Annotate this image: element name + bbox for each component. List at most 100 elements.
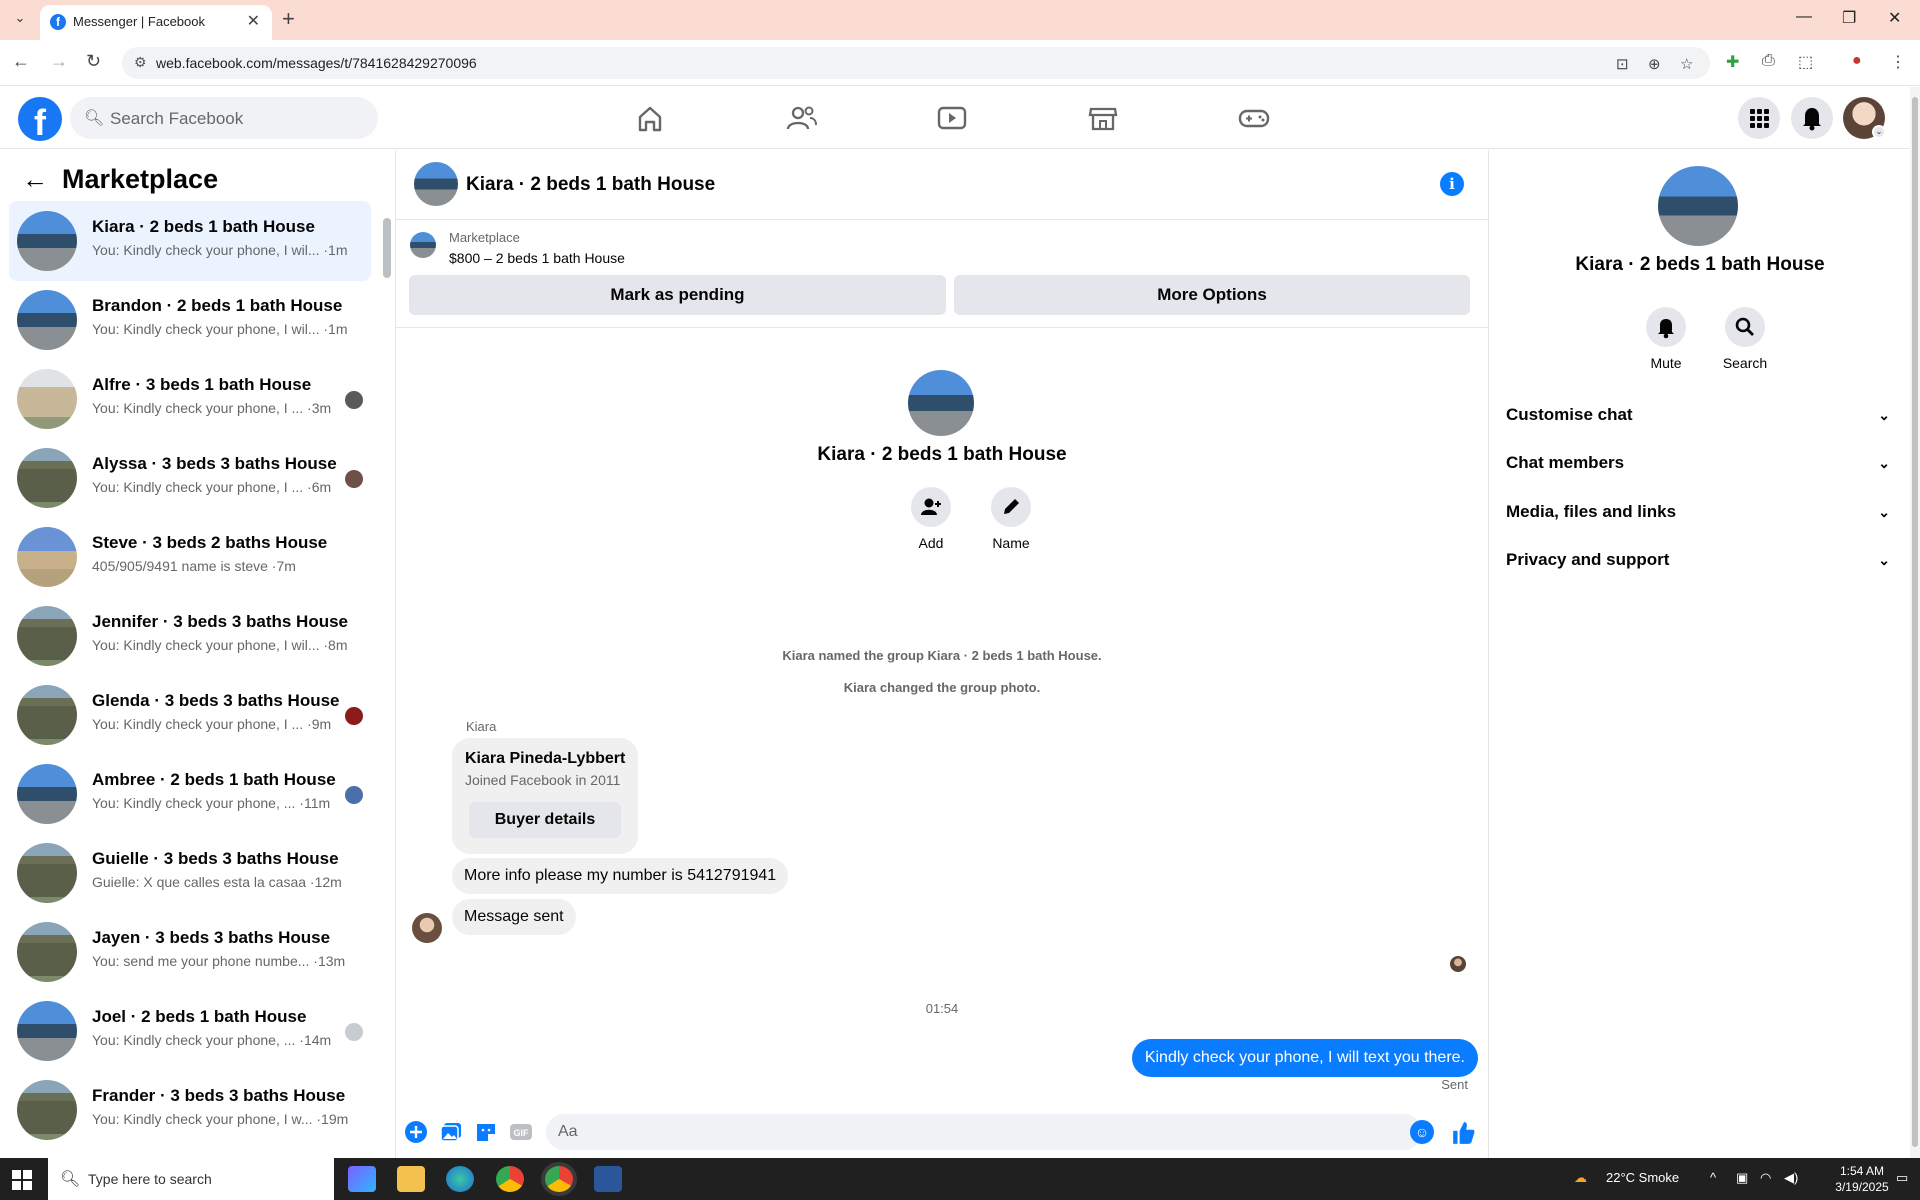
video-icon[interactable]: [932, 101, 972, 135]
volume-icon[interactable]: ◀): [1784, 1170, 1798, 1186]
word-icon[interactable]: [594, 1166, 622, 1192]
listing-thumbnail: [17, 1080, 77, 1140]
more-options-button[interactable]: More Options: [954, 275, 1470, 315]
section-customise-chat[interactable]: Customise chat ⌄: [1506, 405, 1890, 435]
listing-price[interactable]: $800 – 2 beds 1 bath House: [449, 250, 625, 266]
emoji-icon[interactable]: ☺: [1410, 1120, 1434, 1144]
minimize-icon[interactable]: —: [1796, 8, 1812, 26]
conversation-item-kiara[interactable]: Kiara · 2 beds 1 bath House You: Kindly …: [9, 201, 371, 281]
section-media-files-links[interactable]: Media, files and links ⌄: [1506, 502, 1890, 532]
weather-text[interactable]: 22°C Smoke: [1606, 1170, 1679, 1185]
mute-button[interactable]: Mute: [1631, 307, 1701, 371]
taskbar-search[interactable]: 🔍︎ Type here to search: [48, 1158, 334, 1200]
account-chevron-down-icon[interactable]: ⌄: [1872, 125, 1886, 139]
conversation-item-alyssa[interactable]: Alyssa · 3 beds 3 baths House You: Kindl…: [9, 438, 371, 518]
mark-as-pending-button[interactable]: Mark as pending: [409, 275, 946, 315]
page-scrollbar[interactable]: [1910, 87, 1920, 1158]
windows-start-icon[interactable]: [12, 1170, 32, 1190]
section-privacy-support[interactable]: Privacy and support ⌄: [1506, 550, 1890, 580]
conversation-name: Brandon · 2 beds 1 bath House: [92, 296, 343, 315]
search-in-conversation-button[interactable]: Search: [1710, 307, 1780, 371]
conversation-preview: You: Kindly check your phone, ... ·11m: [92, 795, 331, 811]
conversation-item-jayen[interactable]: Jayen · 3 beds 3 baths House You: send m…: [9, 912, 371, 992]
meet-icon[interactable]: ▣: [1736, 1170, 1748, 1186]
sidebar-scrollbar[interactable]: [383, 218, 391, 278]
incoming-message[interactable]: More info please my number is 5412791941: [452, 858, 789, 894]
reload-icon[interactable]: ↻: [86, 51, 101, 72]
tray-chevron-up-icon[interactable]: ^: [1710, 1170, 1716, 1185]
listing-thumbnail: [17, 369, 77, 429]
zoom-icon[interactable]: ⊕: [1648, 55, 1661, 73]
marketplace-icon[interactable]: [1083, 101, 1123, 135]
back-arrow-icon[interactable]: ←: [22, 164, 48, 195]
conversation-item-alfre[interactable]: Alfre · 3 beds 1 bath House You: Kindly …: [9, 359, 371, 439]
conversation-item-frander[interactable]: Frander · 3 beds 3 baths House You: Kind…: [9, 1070, 371, 1150]
conversation-item-jennifer[interactable]: Jennifer · 3 beds 3 baths House You: Kin…: [9, 596, 371, 676]
plus-circle-icon[interactable]: [404, 1120, 428, 1144]
back-icon[interactable]: ←: [12, 51, 30, 72]
clock[interactable]: 1:54 AM 3/19/2025: [1829, 1163, 1895, 1195]
buyer-name: Kiara Pineda-Lybbert: [465, 750, 626, 767]
sender-avatar[interactable]: [412, 913, 442, 943]
chrome-menu-icon[interactable]: ⋮: [1890, 52, 1906, 72]
profile-icon[interactable]: ●: [1852, 52, 1862, 70]
section-chat-members[interactable]: Chat members ⌄: [1506, 453, 1890, 483]
chevron-down-icon: ⌄: [1878, 407, 1890, 423]
facebook-logo[interactable]: f: [18, 97, 62, 141]
restore-icon[interactable]: ❐: [1842, 8, 1856, 28]
edge-icon[interactable]: [446, 1166, 474, 1192]
conversation-item-steve[interactable]: Steve · 3 beds 2 baths House 405/905/949…: [9, 517, 371, 597]
install-icon[interactable]: ⊡: [1616, 55, 1629, 73]
forward-icon[interactable]: →: [50, 51, 68, 72]
home-icon[interactable]: [630, 101, 670, 135]
url-field[interactable]: ⚙ web.facebook.com/messages/t/7841628429…: [122, 47, 1710, 79]
extensions-icon[interactable]: ⬚: [1798, 52, 1813, 72]
network-icon[interactable]: ◠: [1760, 1170, 1771, 1186]
conversation-item-brandon[interactable]: Brandon · 2 beds 1 bath House You: Kindl…: [9, 280, 371, 360]
file-explorer-icon[interactable]: [397, 1166, 425, 1192]
listing-thumbnail[interactable]: [410, 232, 436, 258]
browser-tab[interactable]: f Messenger | Facebook ✕: [40, 5, 272, 40]
add-people-button[interactable]: Add: [901, 487, 961, 551]
sticker-icon[interactable]: [474, 1120, 498, 1144]
tab-search-icon[interactable]: ⌄: [8, 10, 32, 30]
name-group-button[interactable]: Name: [981, 487, 1041, 551]
facebook-search[interactable]: 🔍︎ Search Facebook: [70, 97, 378, 139]
info-icon[interactable]: i: [1440, 172, 1464, 196]
conversation-item-joel[interactable]: Joel · 2 beds 1 bath House You: Kindly c…: [9, 991, 371, 1071]
marketplace-conversation-list: ← Marketplace Kiara · 2 beds 1 bath Hous…: [0, 150, 396, 1158]
conversation-preview: You: send me your phone numbe... ·13m: [92, 953, 346, 969]
search-placeholder: Search Facebook: [110, 109, 244, 128]
photo-icon[interactable]: [439, 1120, 463, 1144]
conversation-name: Alyssa · 3 beds 3 baths House: [92, 454, 337, 473]
tab-close-icon[interactable]: ✕: [247, 11, 260, 31]
weather-icon[interactable]: ☁: [1574, 1170, 1587, 1186]
friends-icon[interactable]: [781, 101, 821, 135]
close-window-icon[interactable]: ✕: [1888, 8, 1901, 28]
chrome-icon[interactable]: [496, 1166, 524, 1192]
extension-printer-icon[interactable]: ⎙: [1762, 52, 1775, 70]
chat-thumbnail[interactable]: [414, 162, 458, 206]
buyer-details-button[interactable]: Buyer details: [469, 802, 621, 838]
menu-grid-icon[interactable]: [1738, 97, 1780, 139]
site-info-icon[interactable]: ⚙: [134, 54, 147, 71]
message-input[interactable]: Aa ☺: [546, 1114, 1434, 1150]
conversation-item-ambree[interactable]: Ambree · 2 beds 1 bath House You: Kindly…: [9, 754, 371, 834]
copilot-icon[interactable]: [348, 1166, 376, 1192]
notifications-bell-icon[interactable]: [1791, 97, 1833, 139]
chrome-active-icon[interactable]: [545, 1166, 573, 1192]
extension-green-icon[interactable]: ✚: [1726, 52, 1739, 72]
outgoing-message[interactable]: Kindly check your phone, I will text you…: [1131, 1039, 1478, 1077]
thumbs-up-icon[interactable]: [1451, 1120, 1475, 1144]
gif-icon[interactable]: GIF: [509, 1120, 533, 1144]
new-tab-icon[interactable]: +: [282, 6, 295, 32]
page-scrollbar-thumb[interactable]: [1912, 97, 1918, 1147]
bookmark-star-icon[interactable]: ☆: [1680, 55, 1693, 73]
incoming-message[interactable]: Message sent: [452, 899, 576, 935]
notifications-icon[interactable]: ▭: [1896, 1170, 1908, 1186]
conversation-item-guielle[interactable]: Guielle · 3 beds 3 baths House Guielle: …: [9, 833, 371, 913]
conversation-name: Jayen · 3 beds 3 baths House: [92, 928, 331, 947]
chat-title[interactable]: Kiara · 2 beds 1 bath House: [466, 174, 715, 196]
gaming-icon[interactable]: [1234, 101, 1274, 135]
conversation-item-glenda[interactable]: Glenda · 3 beds 3 baths House You: Kindl…: [9, 675, 371, 755]
